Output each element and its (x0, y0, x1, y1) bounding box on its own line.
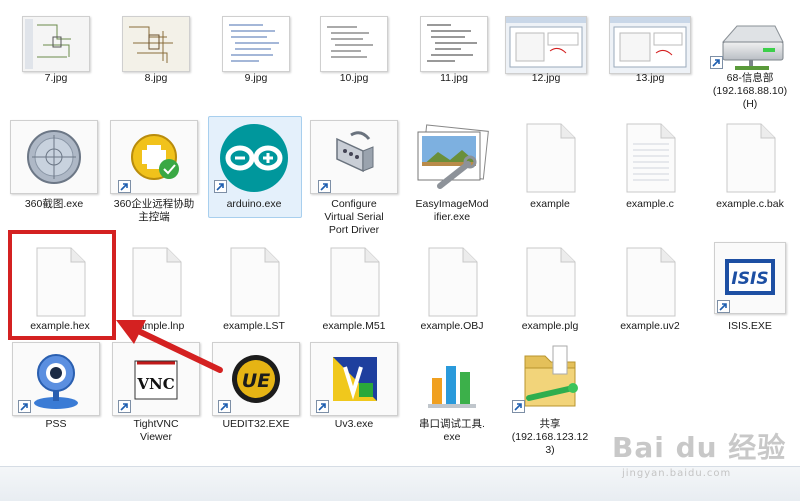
highlight-box (8, 230, 116, 340)
shortcut-arrow-icon (318, 180, 331, 193)
screenshot-radar-icon (27, 130, 81, 184)
file-label: TightVNC Viewer (133, 418, 179, 443)
blank-file-icon (526, 123, 576, 193)
file-label: example.OBJ (420, 320, 484, 332)
shortcut-arrow-icon (512, 400, 525, 413)
blank-file-icon (132, 247, 182, 317)
file-8-jpg[interactable]: 8.jpg (108, 14, 204, 94)
file-example-c-bak[interactable]: example.c.bak (702, 118, 798, 216)
image-thumbnail (609, 16, 691, 74)
shortcut-arrow-icon (710, 56, 723, 69)
file-example-plg[interactable]: example.plg (502, 242, 598, 338)
network-share-folder[interactable]: 共享 (192.168.123.12 3) (502, 338, 598, 462)
file-label: example.M51 (322, 320, 386, 332)
file-label: 7.jpg (44, 72, 68, 84)
file-example-uv2[interactable]: example.uv2 (602, 242, 698, 338)
file-label: example (530, 198, 570, 210)
file-example-c[interactable]: example.c (602, 118, 698, 216)
file-label: 8.jpg (144, 72, 168, 84)
blank-file-icon (726, 123, 776, 193)
shortcut-arrow-icon (118, 180, 131, 193)
file-label: Uv3.exe (334, 418, 374, 430)
file-9-jpg[interactable]: 9.jpg (208, 14, 304, 94)
image-thumbnail (22, 16, 90, 72)
file-pss[interactable]: PSS (8, 342, 104, 438)
shared-folder-icon (524, 345, 578, 407)
file-11-jpg[interactable]: 11.jpg (406, 14, 502, 94)
file-label: ISIS.EXE (728, 320, 772, 332)
file-label: 360企业远程协助 主控端 (113, 198, 195, 223)
image-thumbnail (420, 16, 488, 72)
app-icon-frame (10, 120, 98, 194)
blank-file-icon (230, 247, 280, 317)
shortcut-arrow-icon (717, 300, 730, 313)
file-360-screenshot-exe[interactable]: 360截图.exe (6, 118, 102, 216)
network-drive-icon (721, 25, 784, 70)
file-label: 360截图.exe (24, 198, 84, 210)
shortcut-arrow-icon (218, 400, 231, 413)
image-thumbnail (320, 16, 388, 72)
watermark-url: jingyan.baidu.com (622, 468, 732, 479)
file-configure-vspd[interactable]: Configure Virtual Serial Port Driver (306, 118, 402, 238)
file-isis-exe[interactable]: ISIS ISIS.EXE (702, 242, 798, 338)
file-10-jpg[interactable]: 10.jpg (306, 14, 402, 94)
shortcut-arrow-icon (18, 400, 31, 413)
shortcut-arrow-icon (118, 400, 131, 413)
file-label: 13.jpg (635, 72, 665, 84)
blank-file-icon (526, 247, 576, 317)
network-drive-h[interactable]: 68-信息部 (192.168.88.10) (H) (702, 10, 798, 120)
file-label: example.uv2 (620, 320, 680, 332)
file-label: UEDIT32.EXE (222, 418, 290, 430)
file-example-obj[interactable]: example.OBJ (404, 242, 500, 338)
file-13-jpg[interactable]: 13.jpg (602, 14, 698, 94)
file-arduino-exe[interactable]: arduino.exe (206, 118, 302, 216)
blank-file-icon (428, 247, 478, 317)
file-label: arduino.exe (226, 198, 282, 210)
file-12-jpg[interactable]: 12.jpg (498, 14, 594, 94)
image-thumbnail (222, 16, 290, 72)
file-example[interactable]: example (502, 118, 598, 216)
blank-file-icon (626, 247, 676, 317)
shortcut-arrow-icon (316, 400, 329, 413)
text-file-icon (626, 123, 676, 193)
isis-logo-text: ISIS (731, 269, 768, 289)
file-label: 9.jpg (244, 72, 268, 84)
blank-file-icon (330, 247, 380, 317)
file-label: 10.jpg (339, 72, 369, 84)
file-label: EasyImageMod ifier.exe (415, 198, 489, 223)
file-label: 串口调试工具. exe (419, 418, 485, 443)
file-label: example.plg (521, 320, 579, 332)
file-label: 11.jpg (440, 72, 468, 84)
file-label: example.c (626, 198, 674, 210)
file-easyimagemodifier-exe[interactable]: EasyImageMod ifier.exe (404, 118, 500, 226)
file-7-jpg[interactable]: 7.jpg (8, 14, 104, 94)
file-label: 12.jpg (531, 72, 561, 84)
image-thumbnail (505, 16, 587, 74)
red-arrow-annotation (116, 320, 223, 373)
bar-chart-app-icon (428, 366, 476, 408)
image-editor-icon (417, 124, 489, 189)
file-example-m51[interactable]: example.M51 (306, 242, 402, 338)
file-360-remote-assist[interactable]: 360企业远程协助 主控端 (106, 118, 202, 226)
baidu-watermark: Bai du 经验 (612, 431, 787, 464)
file-label: Configure Virtual Serial Port Driver (324, 198, 384, 236)
file-serial-debug-tool[interactable]: 串口调试工具. exe (404, 342, 500, 452)
file-label: PSS (45, 418, 67, 430)
ue-logo-text: UE (242, 370, 270, 392)
image-thumbnail (122, 16, 190, 72)
file-uv3-exe[interactable]: Uv3.exe (306, 342, 402, 438)
shortcut-arrow-icon (214, 180, 227, 193)
file-label: 68-信息部 (192.168.88.10) (H) (712, 72, 788, 110)
file-label: example.c.bak (716, 198, 784, 210)
file-label: 共享 (192.168.123.12 3) (511, 418, 589, 456)
